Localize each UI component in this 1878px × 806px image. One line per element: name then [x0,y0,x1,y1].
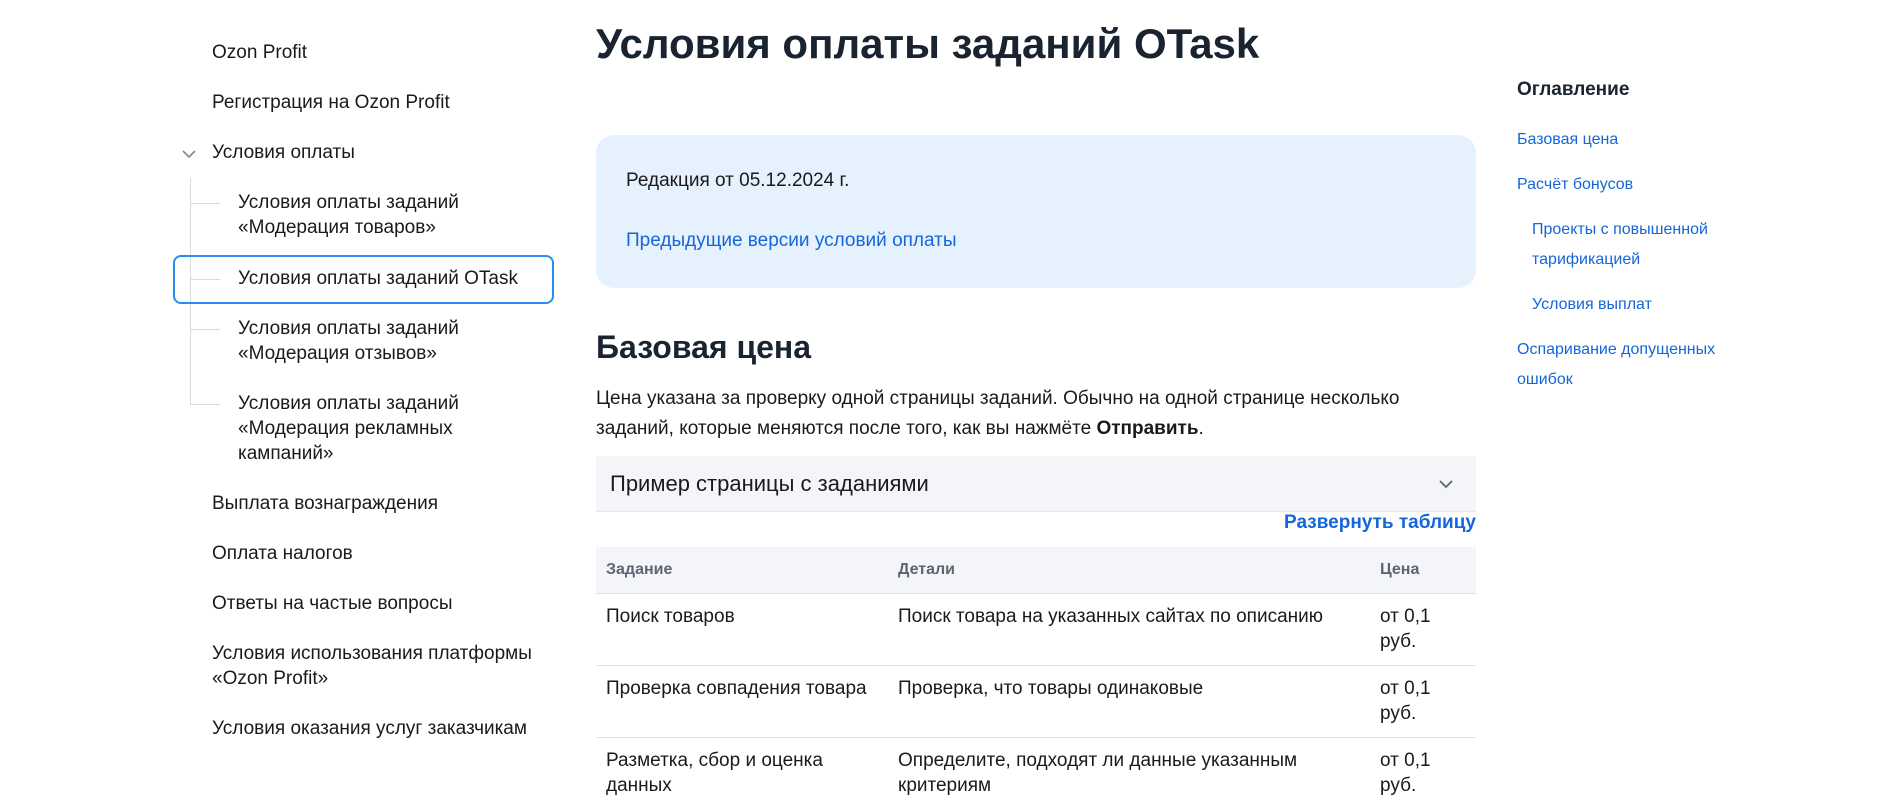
toc-link-base-price[interactable]: Базовая цена [1517,125,1747,155]
info-box: Редакция от 05.12.2024 г. Предыдущие вер… [596,135,1476,288]
table-row: Разметка, сбор и оценка данных Определит… [596,737,1476,806]
table-cell-price: от 0,1 руб. [1370,665,1476,738]
table-cell-task: Проверка совпадения товара [596,665,888,738]
table-row: Проверка совпадения товара Проверка, что… [596,665,1476,738]
table-cell-details: Определите, подходят ли данные указанным… [888,737,1370,806]
section-title-base-price: Базовая цена [596,329,812,365]
toc-link-payout-terms[interactable]: Условия выплат [1532,290,1747,320]
chevron-down-icon[interactable] [181,146,197,162]
tree-branch [190,329,220,330]
table-cell-task: Разметка, сбор и оценка данных [596,737,888,806]
table-cell-price: от 0,1 руб. [1370,737,1476,806]
table-header-price: Цена [1370,547,1476,594]
sidebar-subitem-reviews-moderation[interactable]: Условия оплаты заданий «Модерация отзыво… [238,316,538,366]
sidebar-subitem-goods-moderation[interactable]: Условия оплаты заданий «Модерация товаро… [238,190,538,240]
sidebar-item-faq[interactable]: Ответы на частые вопросы [212,591,552,616]
chevron-down-icon [1439,480,1453,489]
table-cell-price: от 0,1 руб. [1370,593,1476,666]
sidebar-item-ozon-profit[interactable]: Ozon Profit [212,40,552,65]
previous-versions-link[interactable]: Предыдущие версии условий оплаты [626,229,957,253]
expand-table-link[interactable]: Развернуть таблицу [1284,511,1476,535]
toc-title: Оглавление [1517,79,1630,100]
section-text-part: Цена указана за проверку одной страницы … [596,388,1400,439]
page-title: Условия оплаты заданий OTask [596,20,1260,67]
table-header-details: Детали [888,547,1370,594]
toc-link-premium-projects[interactable]: Проекты с повышенной тарификацией [1532,215,1747,275]
table-row: Поиск товаров Поиск товара на указанных … [596,593,1476,666]
accordion-label: Пример страницы с заданиями [610,471,929,496]
table-cell-details: Поиск товара на указанных сайтах по опис… [888,593,1370,666]
toc-link-bonus-calculation[interactable]: Расчёт бонусов [1517,170,1747,200]
example-page-accordion[interactable]: Пример страницы с заданиями [596,456,1476,512]
sidebar-item-registration[interactable]: Регистрация на Ozon Profit [212,90,552,115]
table-cell-task: Поиск товаров [596,593,888,666]
section-text: Цена указана за проверку одной страницы … [596,384,1476,444]
table-header-task: Задание [596,547,888,594]
table-header-row: Задание Детали Цена [596,547,1476,594]
sidebar-subitem-otask[interactable]: Условия оплаты заданий OTask [238,266,538,291]
section-text-bold: Отправить [1096,418,1199,439]
sidebar-item-platform-terms[interactable]: Условия использования платформы «Ozon Pr… [212,641,552,691]
tree-branch [190,404,220,405]
revision-date: Редакция от 05.12.2024 г. [626,170,850,191]
sidebar-item-customer-terms[interactable]: Условия оказания услуг заказчикам [212,716,552,741]
tree-branch [190,203,220,204]
table-cell-details: Проверка, что товары одинаковые [888,665,1370,738]
sidebar-item-reward-payout[interactable]: Выплата вознаграждения [212,491,552,516]
page: Ozon Profit Регистрация на Ozon Profit У… [0,0,1878,806]
sidebar-item-payment-terms[interactable]: Условия оплаты [212,140,552,165]
price-table: Задание Детали Цена Поиск товаров Поиск … [596,547,1476,806]
toc-link-dispute-errors[interactable]: Оспаривание допущенных ошибок [1517,335,1747,395]
sidebar-item-taxes[interactable]: Оплата налогов [212,541,552,566]
sidebar-subitem-ads-moderation[interactable]: Условия оплаты заданий «Модерация реклам… [238,391,538,466]
section-text-part: . [1198,418,1204,439]
